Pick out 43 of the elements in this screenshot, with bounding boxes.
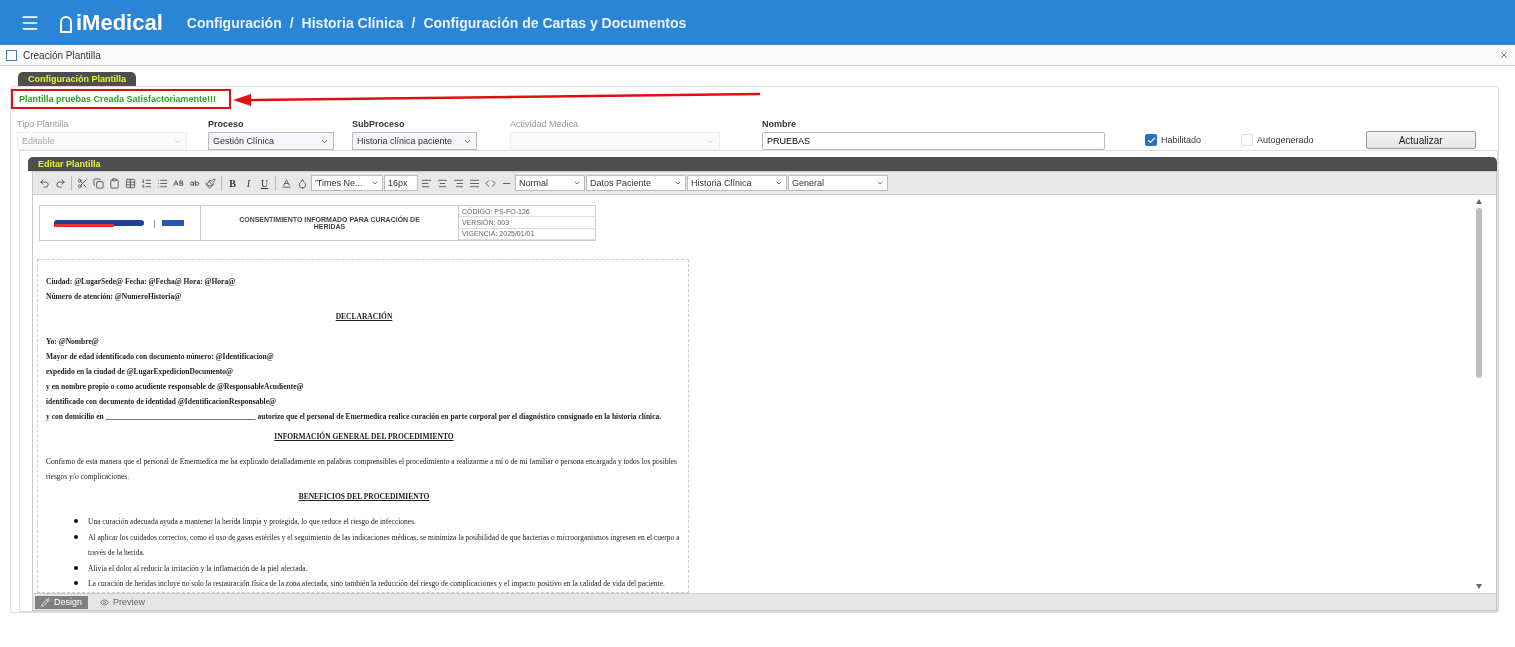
- font-dropdown[interactable]: 'Times Ne...: [311, 175, 383, 191]
- field-label: SubProceso: [352, 119, 406, 129]
- field-label: Nombre: [762, 119, 797, 129]
- format-button[interactable]: B: [225, 174, 240, 192]
- dropdown[interactable]: Datos Paciente: [586, 175, 686, 191]
- caret-icon: [775, 179, 783, 187]
- dropdown[interactable]: Gestión Clínica: [208, 132, 334, 150]
- app-logo: iMedical: [58, 9, 163, 36]
- section-legend: Editar Plantilla: [28, 157, 1497, 171]
- field-label: Actividad Medica: [510, 119, 580, 129]
- mode-tab[interactable]: Preview: [94, 595, 152, 609]
- checkbox[interactable]: [1145, 134, 1157, 146]
- caret-icon: [674, 179, 682, 187]
- breadcrumb-separator: /: [289, 14, 294, 31]
- window-icon: [6, 49, 17, 61]
- field-label: Tipo Plantilla: [17, 119, 70, 129]
- bullet-dot: [74, 581, 78, 585]
- checkbox-label: Habilitado: [1161, 135, 1202, 145]
- section-legend: Configuración Plantilla: [18, 72, 136, 86]
- dropdown[interactable]: Normal: [515, 175, 585, 191]
- mode-tab[interactable]: Design: [35, 595, 88, 609]
- pencil-icon: [41, 597, 50, 607]
- success-message: Plantilla pruebas Creada Satisfactoriamente!!!: [11, 89, 231, 109]
- checkbox-label: Autogenerado: [1257, 135, 1314, 145]
- update-button[interactable]: Actualizar: [1365, 131, 1476, 149]
- caret-icon: [371, 179, 379, 187]
- bullet-dot: [74, 519, 78, 523]
- panel-title: Creación Plantilla: [23, 49, 102, 61]
- size-dropdown[interactable]: 16px: [384, 175, 418, 191]
- format-button[interactable]: I: [241, 174, 256, 192]
- format-button[interactable]: U: [257, 174, 272, 192]
- bullet-dot: [74, 565, 78, 570]
- caret-icon: [876, 179, 884, 187]
- input-field[interactable]: PRUEBAS: [762, 132, 1105, 150]
- close-icon[interactable]: [1499, 50, 1509, 60]
- eye-icon: [100, 597, 109, 607]
- caret-icon: [573, 179, 581, 187]
- breadcrumb-separator: /: [411, 14, 416, 31]
- bullet-dot: [74, 534, 78, 539]
- field-label: Proceso: [208, 119, 245, 129]
- dropdown[interactable]: General: [788, 175, 888, 191]
- dropdown[interactable]: Historia clínica paciente: [352, 132, 477, 150]
- dropdown[interactable]: Historia Clínica: [687, 175, 787, 191]
